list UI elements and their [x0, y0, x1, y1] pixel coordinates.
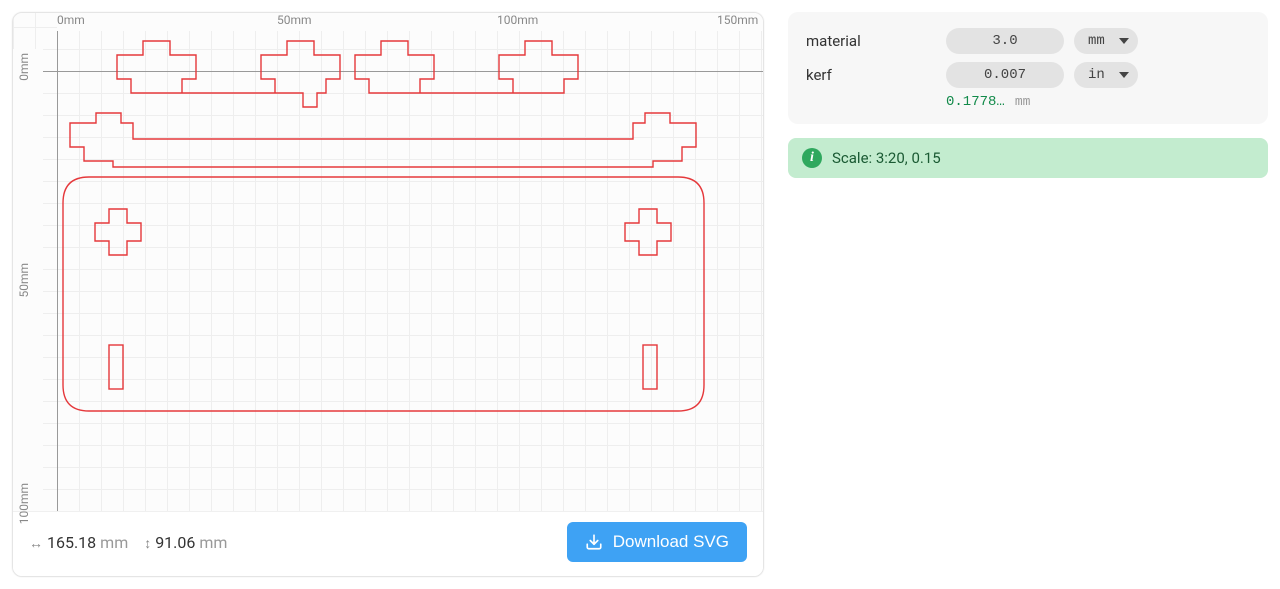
- controls-card: material mm kerf in 0.1778… mm: [788, 12, 1268, 124]
- dimension-readout: ↔ 165.18mm ↕ 91.06mm: [29, 533, 227, 552]
- canvas-footer: ↔ 165.18mm ↕ 91.06mm Download SVG: [13, 511, 763, 576]
- material-label: material: [806, 32, 936, 50]
- height-unit: mm: [199, 533, 227, 552]
- download-icon: [585, 533, 603, 551]
- width-readout: ↔ 165.18mm: [29, 533, 128, 552]
- width-arrow-icon: ↔: [29, 536, 43, 552]
- ruler-tick: 150mm: [717, 13, 758, 27]
- download-svg-button[interactable]: Download SVG: [567, 522, 747, 562]
- canvas-area[interactable]: 0mm 50mm 100mm 150mm 0mm 50mm 100mm: [13, 13, 763, 511]
- kerf-unit-select[interactable]: in: [1074, 62, 1138, 88]
- download-label: Download SVG: [613, 532, 729, 552]
- kerf-row: kerf in: [806, 58, 1250, 92]
- kerf-input[interactable]: [946, 62, 1064, 88]
- height-arrow-icon: ↕: [144, 536, 151, 552]
- canvas-panel: 0mm 50mm 100mm 150mm 0mm 50mm 100mm: [12, 12, 764, 577]
- info-icon: i: [802, 148, 822, 168]
- cut-pattern: [13, 13, 719, 453]
- kerf-converted-value: 0.1778…: [946, 94, 1005, 110]
- height-value: 91.06: [155, 533, 195, 552]
- kerf-converted-unit: mm: [1015, 94, 1031, 109]
- material-input[interactable]: [946, 28, 1064, 54]
- material-unit-select[interactable]: mm: [1074, 28, 1138, 54]
- width-unit: mm: [100, 533, 128, 552]
- material-row: material mm: [806, 24, 1250, 58]
- width-value: 165.18: [47, 533, 96, 552]
- ruler-tick: 100mm: [17, 483, 31, 524]
- scale-text: Scale: 3:20, 0.15: [832, 149, 941, 167]
- side-panel: material mm kerf in 0.1778… mm i Scale: …: [788, 12, 1268, 577]
- scale-info-banner: i Scale: 3:20, 0.15: [788, 138, 1268, 178]
- height-readout: ↕ 91.06mm: [144, 533, 227, 552]
- kerf-conversion: 0.1778… mm: [806, 94, 1250, 110]
- kerf-label: kerf: [806, 66, 936, 84]
